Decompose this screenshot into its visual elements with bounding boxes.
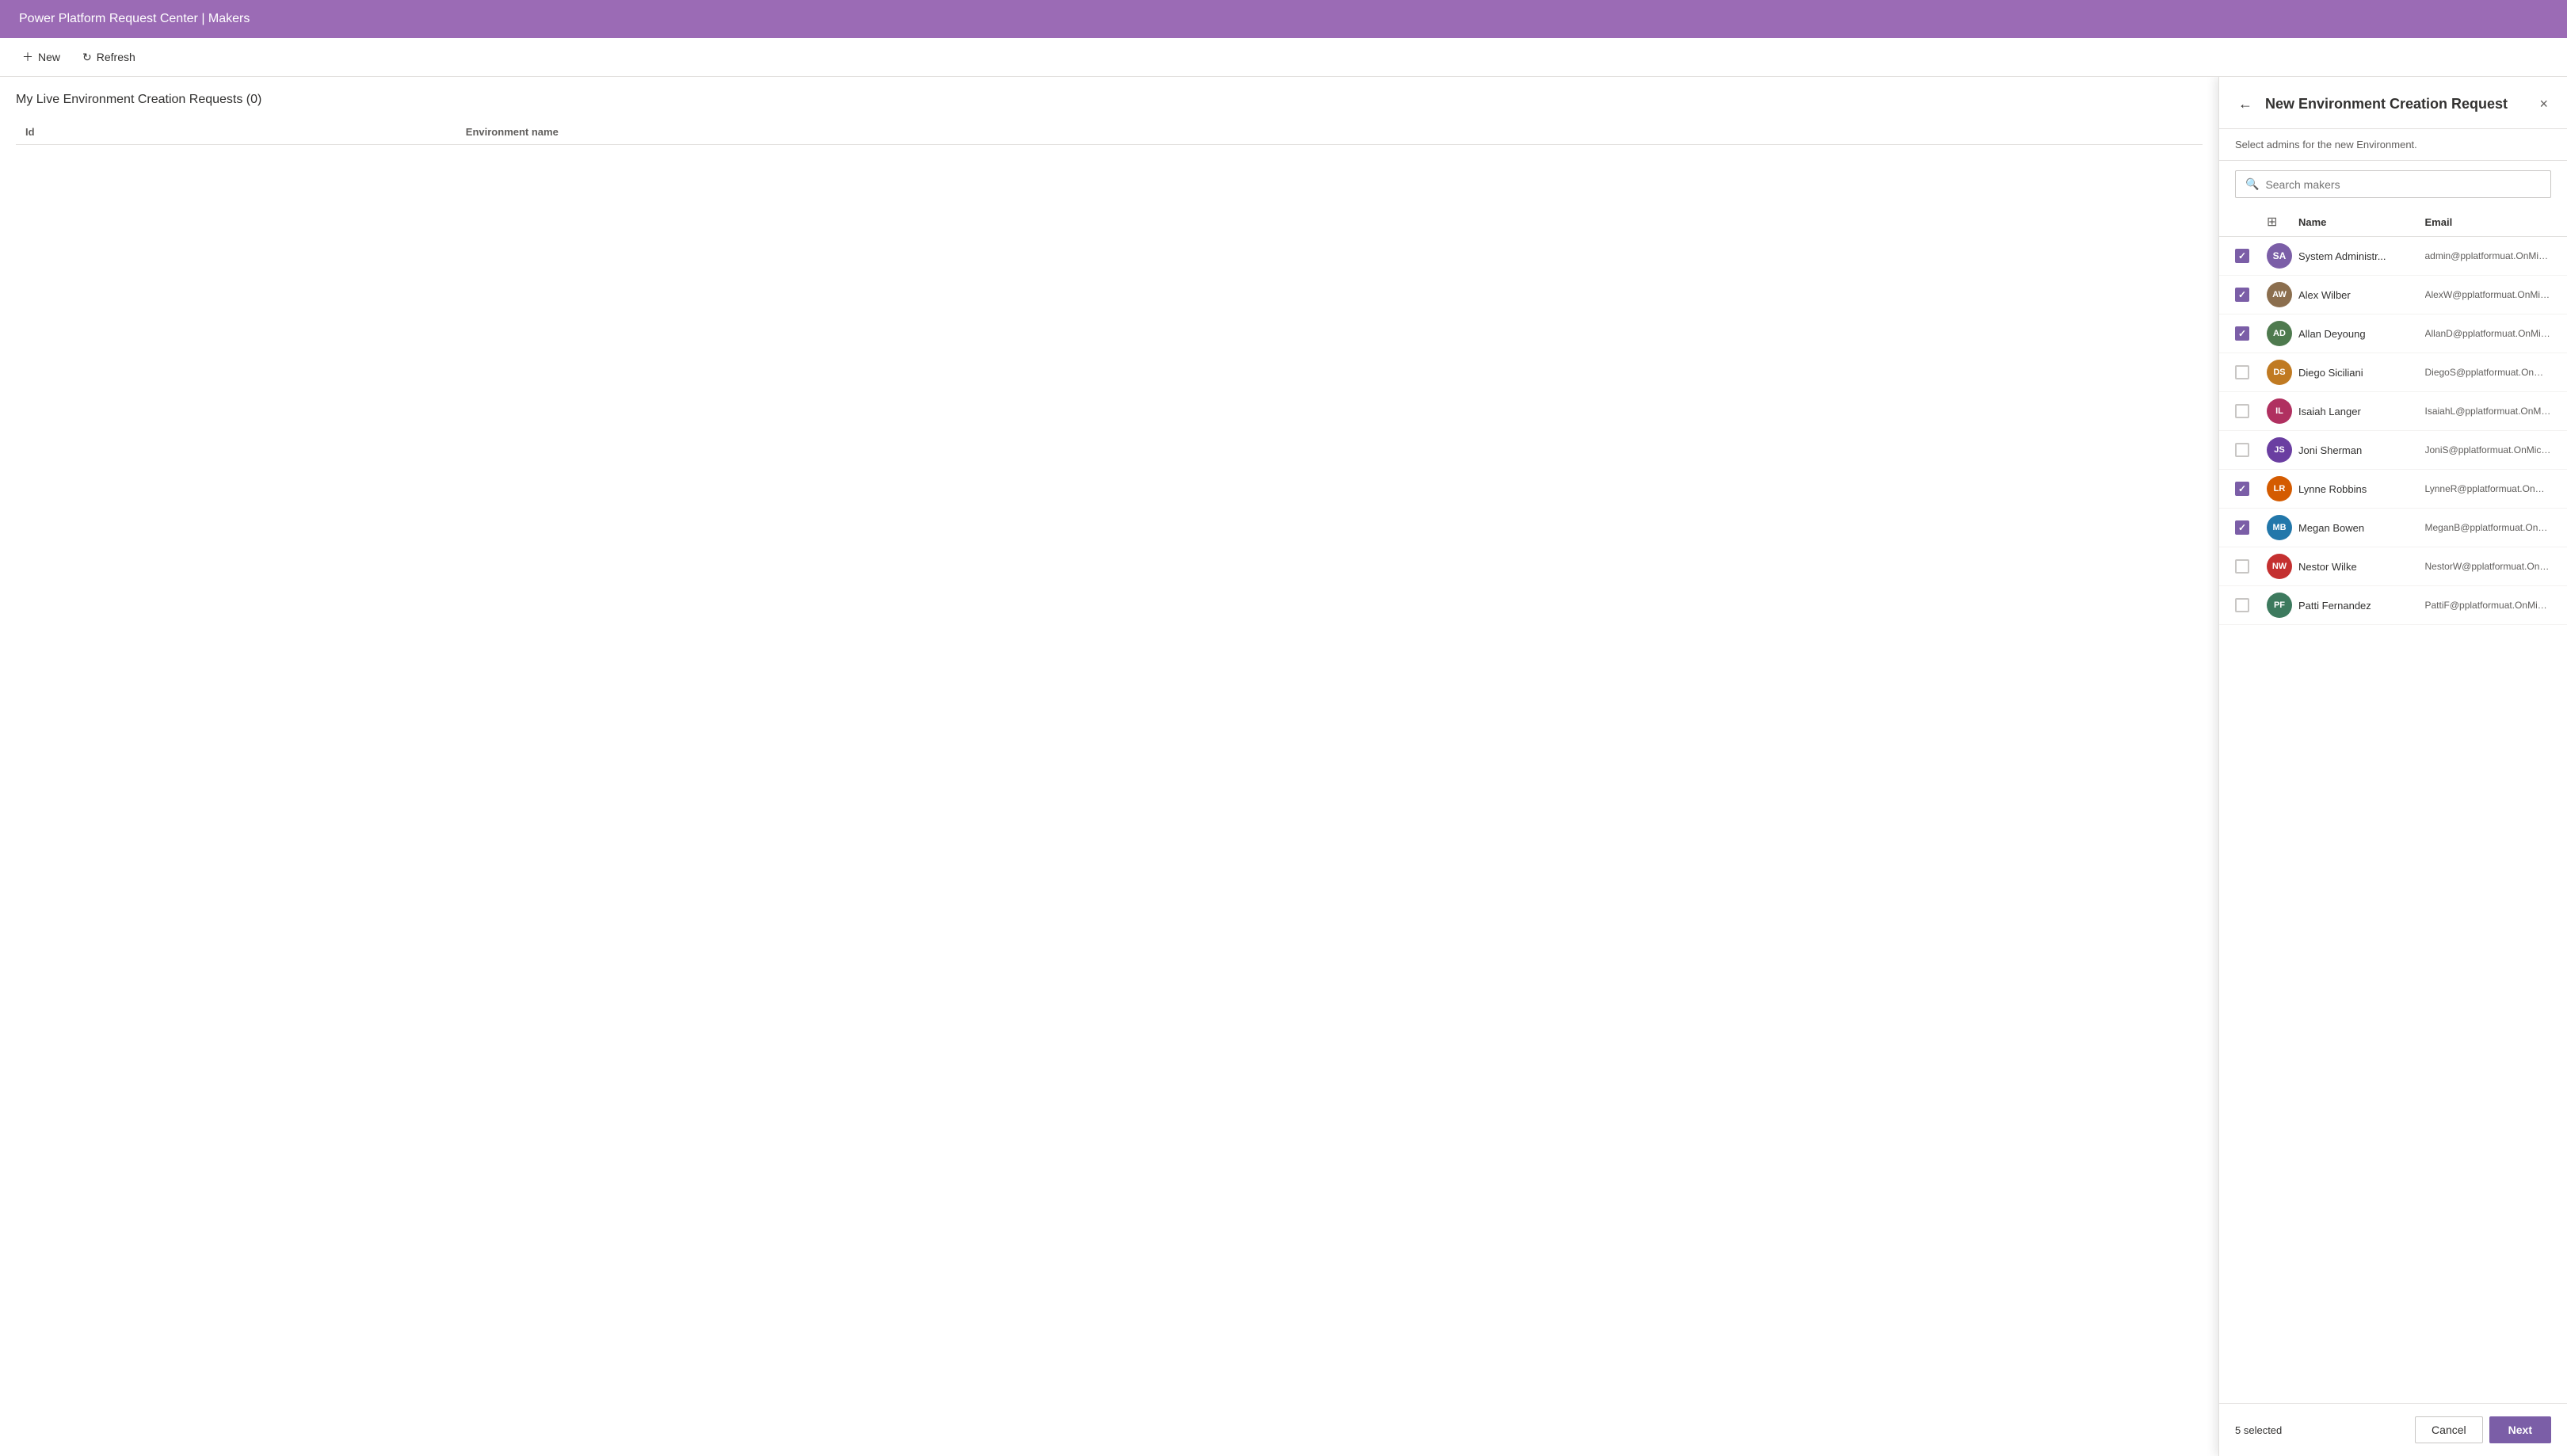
person-email-diego-siciliani: DiegoS@pplatformuat.OnMicrosoft.c... <box>2425 367 2552 378</box>
person-checkbox-allan-deyoung[interactable] <box>2235 326 2249 341</box>
footer-buttons: Cancel Next <box>2415 1416 2551 1443</box>
person-row: AD Allan DeyoungAllanD@pplatformuat.OnMic… <box>2219 314 2567 353</box>
person-checkbox-nestor-wilke[interactable] <box>2235 559 2249 574</box>
person-row: PF Patti FernandezPattiF@pplatformuat.OnM… <box>2219 586 2567 625</box>
refresh-button-label: Refresh <box>97 51 135 63</box>
panel-title: New Environment Creation Request <box>2265 96 2527 112</box>
person-row: JS Joni ShermanJoniS@pplatformuat.OnMicro… <box>2219 431 2567 470</box>
search-box: 🔍 <box>2235 170 2551 198</box>
selected-count: 5 selected <box>2235 1424 2282 1436</box>
close-button[interactable]: × <box>2536 93 2551 116</box>
panel-subtitle: Select admins for the new Environment. <box>2219 129 2567 161</box>
avatar-isaiah-langer: IL <box>2267 398 2292 424</box>
person-checkbox-megan-bowen[interactable] <box>2235 520 2249 535</box>
app-title: Power Platform Request Center | Makers <box>19 12 250 26</box>
refresh-icon: ↻ <box>82 51 92 64</box>
avatar-system-admin: SA <box>2267 243 2292 269</box>
person-row: LR Lynne RobbinsLynneR@pplatformuat.OnMic… <box>2219 470 2567 509</box>
search-icon: 🔍 <box>2245 177 2259 191</box>
cancel-button[interactable]: Cancel <box>2415 1416 2483 1443</box>
avatar-allan-deyoung: AD <box>2267 321 2292 346</box>
person-row: SA System Administr...admin@pplatformuat.… <box>2219 237 2567 276</box>
new-button[interactable]: ＋ New <box>13 44 70 70</box>
section-title: My Live Environment Creation Requests (0… <box>16 93 2203 107</box>
person-row: AW Alex WilberAlexW@pplatformuat.OnMicros… <box>2219 276 2567 314</box>
col-header-name: Name <box>2298 216 2425 228</box>
back-button[interactable]: ← <box>2235 93 2256 116</box>
person-email-nestor-wilke: NestorW@pplatformuat.OnMicrosoft.... <box>2425 561 2552 572</box>
person-row: NW Nestor WilkeNestorW@pplatformuat.OnMic… <box>2219 547 2567 586</box>
person-email-megan-bowen: MeganB@pplatformuat.OnMicrosoft.... <box>2425 522 2552 533</box>
requests-table: Id Environment name <box>16 120 2203 145</box>
right-panel: ← New Environment Creation Request × Sel… <box>2218 77 2567 1456</box>
left-panel: My Live Environment Creation Requests (0… <box>0 77 2218 1456</box>
new-button-label: New <box>38 51 60 63</box>
search-input[interactable] <box>2265 178 2541 191</box>
panel-header: ← New Environment Creation Request × <box>2219 77 2567 129</box>
people-list-header: ⊞ Name Email <box>2219 208 2567 237</box>
person-name-lynne-robbins: Lynne Robbins <box>2298 483 2425 495</box>
person-name-nestor-wilke: Nestor Wilke <box>2298 561 2425 573</box>
person-checkbox-isaiah-langer[interactable] <box>2235 404 2249 418</box>
person-row: DS Diego SicilianiDiegoS@pplatformuat.OnM… <box>2219 353 2567 392</box>
col-header-email: Email <box>2425 216 2552 228</box>
person-checkbox-system-admin[interactable] <box>2235 249 2249 263</box>
person-row: IL Isaiah LangerIsaiahL@pplatformuat.OnMi… <box>2219 392 2567 431</box>
person-email-system-admin: admin@pplatformuat.OnMicrosoft.co... <box>2425 250 2552 261</box>
person-name-allan-deyoung: Allan Deyoung <box>2298 328 2425 340</box>
person-email-alex-wilber: AlexW@pplatformuat.OnMicrosoft.c... <box>2425 289 2552 300</box>
person-name-alex-wilber: Alex Wilber <box>2298 289 2425 301</box>
back-arrow-icon: ← <box>2238 96 2252 112</box>
person-name-isaiah-langer: Isaiah Langer <box>2298 406 2425 417</box>
person-email-isaiah-langer: IsaiahL@pplatformuat.OnMicrosoft.c... <box>2425 406 2552 417</box>
col-id: Id <box>16 120 456 145</box>
avatar-megan-bowen: MB <box>2267 515 2292 540</box>
person-name-system-admin: System Administr... <box>2298 250 2425 262</box>
avatar-alex-wilber: AW <box>2267 282 2292 307</box>
person-checkbox-diego-siciliani[interactable] <box>2235 365 2249 379</box>
panel-footer: 5 selected Cancel Next <box>2219 1403 2567 1456</box>
person-name-joni-sherman: Joni Sherman <box>2298 444 2425 456</box>
people-list: SA System Administr...admin@pplatformuat.… <box>2219 237 2567 1403</box>
person-name-patti-fernandez: Patti Fernandez <box>2298 600 2425 612</box>
select-all-icon: ⊞ <box>2267 215 2277 229</box>
col-env-name: Environment name <box>456 120 2203 145</box>
person-checkbox-joni-sherman[interactable] <box>2235 443 2249 457</box>
avatar-diego-siciliani: DS <box>2267 360 2292 385</box>
close-icon: × <box>2539 96 2548 112</box>
person-email-allan-deyoung: AllanD@pplatformuat.OnMicrosoft.c... <box>2425 328 2552 339</box>
person-email-patti-fernandez: PattiF@pplatformuat.OnMicrosoft.com <box>2425 600 2552 611</box>
plus-icon: ＋ <box>22 49 33 65</box>
toolbar: ＋ New ↻ Refresh <box>0 38 2567 77</box>
person-checkbox-alex-wilber[interactable] <box>2235 288 2249 302</box>
person-name-diego-siciliani: Diego Siciliani <box>2298 367 2425 379</box>
avatar-lynne-robbins: LR <box>2267 476 2292 501</box>
person-name-megan-bowen: Megan Bowen <box>2298 522 2425 534</box>
person-row: MB Megan BowenMeganB@pplatformuat.OnMicro… <box>2219 509 2567 547</box>
person-checkbox-lynne-robbins[interactable] <box>2235 482 2249 496</box>
main-layout: My Live Environment Creation Requests (0… <box>0 77 2567 1456</box>
avatar-joni-sherman: JS <box>2267 437 2292 463</box>
person-email-joni-sherman: JoniS@pplatformuat.OnMicrosoft.com <box>2425 444 2552 455</box>
next-button[interactable]: Next <box>2489 1416 2551 1443</box>
refresh-button[interactable]: ↻ Refresh <box>73 46 145 69</box>
top-bar: Power Platform Request Center | Makers <box>0 0 2567 38</box>
avatar-nestor-wilke: NW <box>2267 554 2292 579</box>
person-email-lynne-robbins: LynneR@pplatformuat.OnMicrosoft.c... <box>2425 483 2552 494</box>
person-checkbox-patti-fernandez[interactable] <box>2235 598 2249 612</box>
avatar-patti-fernandez: PF <box>2267 593 2292 618</box>
